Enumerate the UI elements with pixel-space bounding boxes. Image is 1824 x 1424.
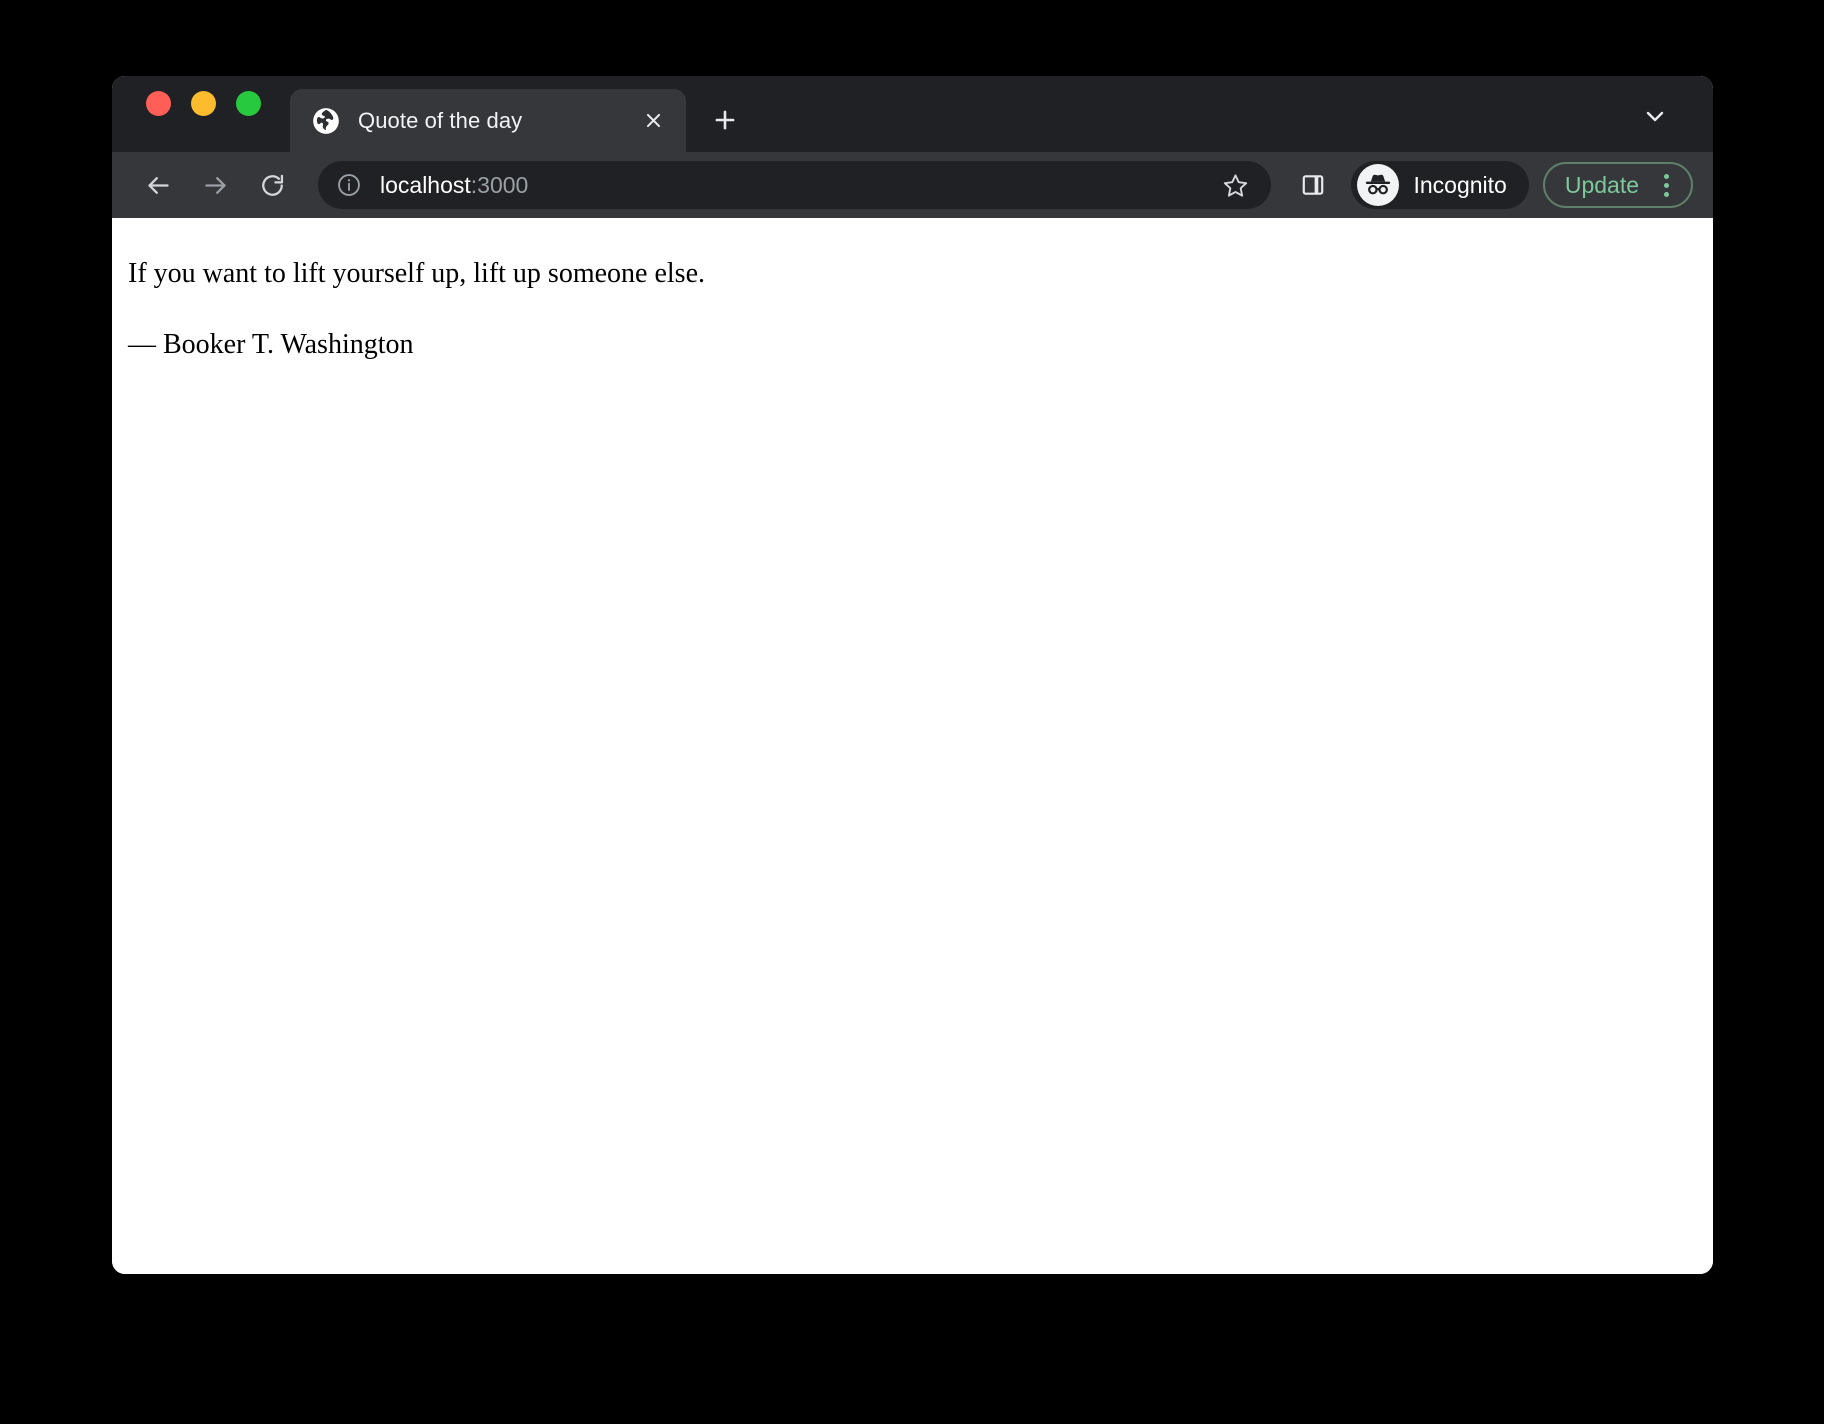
update-button[interactable]: Update [1542, 162, 1693, 208]
star-icon[interactable] [1215, 165, 1255, 205]
page-content: If you want to lift yourself up, lift up… [112, 218, 1713, 1274]
plus-icon[interactable] [702, 97, 748, 143]
incognito-indicator[interactable]: Incognito [1351, 161, 1529, 209]
window-maximize-button[interactable] [236, 90, 261, 116]
url-host: localhost [380, 171, 471, 198]
url-port: :3000 [470, 171, 529, 198]
arrow-left-icon[interactable] [134, 161, 182, 209]
chevron-down-icon[interactable] [1633, 94, 1677, 138]
kebab-menu-icon[interactable] [1655, 168, 1677, 202]
browser-toolbar: localhost:3000 Incognito Update [112, 152, 1713, 218]
tab-strip: Quote of the day [112, 76, 1713, 152]
tab-title: Quote of the day [358, 107, 523, 133]
address-bar[interactable]: localhost:3000 [318, 161, 1272, 209]
window-close-button[interactable] [146, 90, 171, 116]
arrow-right-icon[interactable] [191, 161, 239, 209]
incognito-icon [1357, 164, 1400, 206]
quote-text: If you want to lift yourself up, lift up… [128, 258, 705, 289]
window-controls [112, 76, 261, 152]
update-label: Update [1564, 171, 1639, 198]
window-minimize-button[interactable] [191, 90, 216, 116]
globe-icon [312, 107, 340, 135]
url-text: localhost:3000 [380, 172, 1205, 199]
incognito-label: Incognito [1413, 171, 1507, 198]
close-icon[interactable] [636, 104, 670, 138]
browser-tab-active[interactable]: Quote of the day [290, 89, 686, 152]
browser-window: Quote of the day localhost:3000 Incognit… [112, 76, 1713, 1274]
quote-attribution: — Booker T. Washington [128, 328, 414, 360]
side-panel-icon[interactable] [1291, 163, 1335, 207]
info-circle-icon[interactable] [336, 172, 362, 198]
reload-icon[interactable] [248, 161, 296, 209]
